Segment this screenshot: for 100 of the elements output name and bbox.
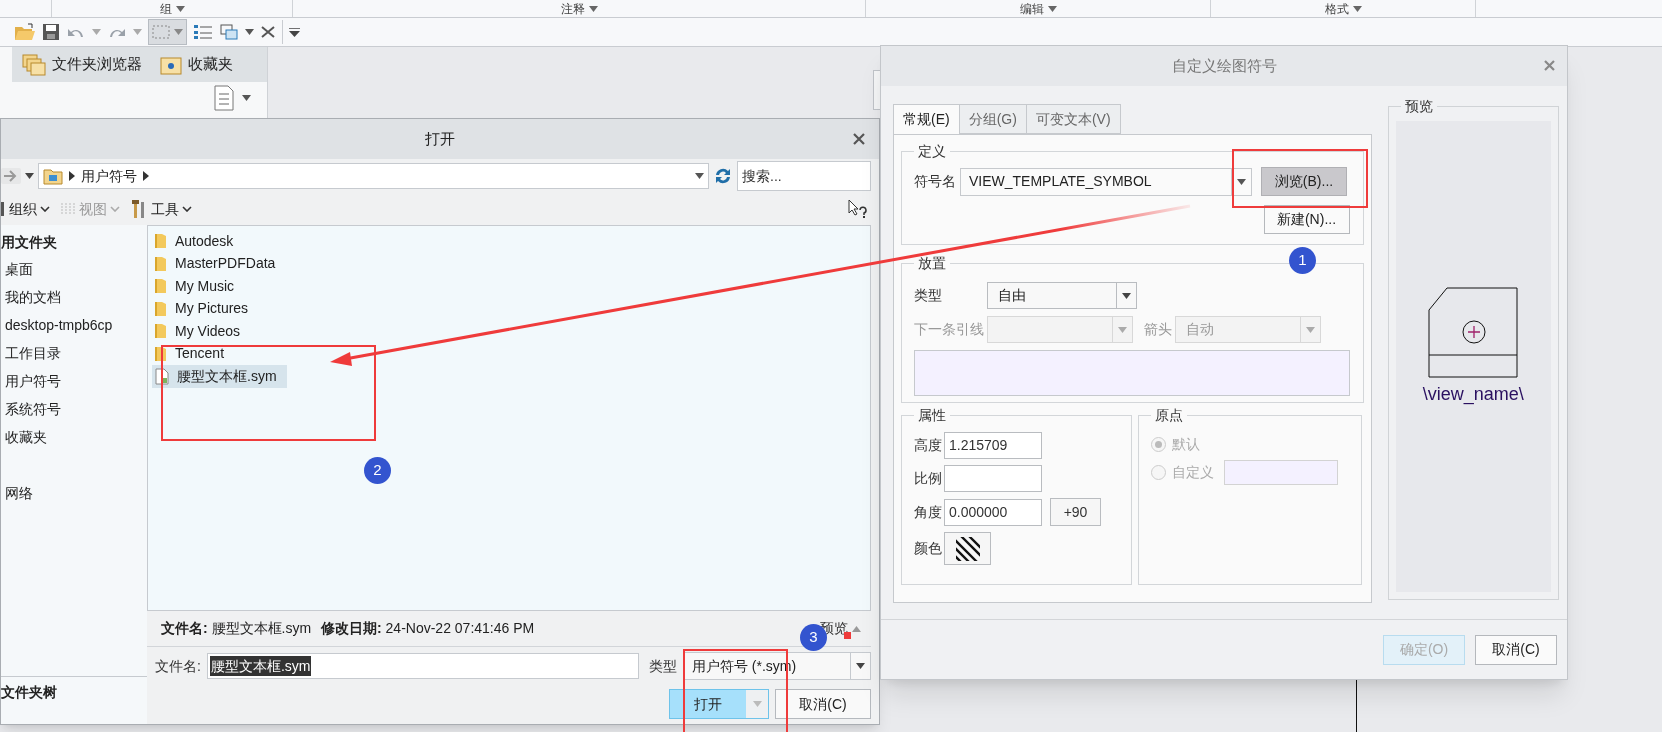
- open-folder-icon[interactable]: [14, 22, 36, 42]
- color-button[interactable]: [944, 532, 991, 565]
- caret-icon[interactable]: [1352, 5, 1362, 12]
- rotate-button[interactable]: +90: [1050, 498, 1101, 526]
- dialog-title: 打开: [425, 128, 455, 149]
- ribbon-group-label[interactable]: 编辑: [1019, 0, 1044, 17]
- tab[interactable]: 分组(G): [959, 104, 1027, 134]
- field-label: 比例: [914, 469, 942, 488]
- group-title: 属性: [914, 406, 950, 424]
- caret-icon[interactable]: [1122, 292, 1131, 299]
- caret-icon[interactable]: [1047, 5, 1057, 12]
- ribbon-group-label[interactable]: 注释: [560, 0, 585, 17]
- field-label: 高度: [914, 436, 942, 455]
- ribbon-group-label[interactable]: 格式: [1324, 0, 1349, 17]
- folder-tree-toggle[interactable]: 文件夹树: [1, 676, 147, 708]
- navigation-item[interactable]: 收藏夹: [1, 423, 147, 451]
- list-icon[interactable]: [193, 23, 213, 41]
- pane-heading: 用文件夹: [1, 232, 58, 252]
- favorites-icon: [160, 54, 182, 75]
- filename-field[interactable]: 腰型文本框.sym: [206, 653, 639, 679]
- field-label: 箭头: [1144, 320, 1172, 339]
- navigation-item[interactable]: 网络: [1, 479, 147, 507]
- open-button[interactable]: 打开: [669, 689, 769, 719]
- input-field[interactable]: [1224, 460, 1338, 485]
- caret-icon[interactable]: [856, 663, 865, 669]
- navigation-item[interactable]: 用户符号: [1, 367, 147, 395]
- caret-icon[interactable]: [25, 173, 34, 179]
- option-label: 自定义: [1172, 463, 1214, 482]
- caret-icon[interactable]: [588, 5, 598, 12]
- field-label: 符号名: [914, 172, 956, 191]
- file-item[interactable]: My Music: [152, 275, 245, 298]
- customize-dropdown-icon[interactable]: [289, 27, 300, 37]
- field-label: 文件名:: [155, 656, 201, 676]
- panel-tab[interactable]: 收藏夹: [160, 53, 233, 76]
- cancel-button[interactable]: 取消(C): [775, 689, 871, 719]
- folder-icon: [155, 323, 167, 340]
- file-item[interactable]: MasterPDFData: [152, 252, 286, 275]
- group-title: 原点: [1151, 406, 1187, 424]
- breadcrumb-arrow-icon[interactable]: [143, 171, 149, 181]
- close-icon[interactable]: [1544, 60, 1555, 71]
- file-item[interactable]: Tencent: [152, 342, 235, 365]
- windows-icon[interactable]: [219, 23, 239, 41]
- navigation-item[interactable]: desktop-tmpb6cp: [1, 311, 147, 339]
- file-item[interactable]: My Pictures: [152, 297, 259, 320]
- search-field[interactable]: 搜索...: [737, 161, 871, 191]
- radio-button[interactable]: [1151, 465, 1166, 480]
- caret-up-icon: [852, 625, 861, 632]
- group-title: 预览: [1400, 97, 1437, 115]
- caret-icon[interactable]: [245, 29, 254, 35]
- symbol-name-combo[interactable]: VIEW_TEMPLATE_SYMBOL: [960, 167, 1252, 196]
- toolbar-menu[interactable]: 组织: [1, 198, 50, 220]
- caret-icon[interactable]: [1237, 178, 1246, 185]
- help-pointer-icon[interactable]: [847, 199, 869, 219]
- symbol-text: \view_name\: [1422, 383, 1524, 407]
- file-details: 文件名: 腰型文本框.sym 修改日期: 24-Nov-22 07:41:46 PM: [161, 619, 535, 638]
- selected-text: 腰型文本框.sym: [209, 656, 312, 676]
- field-label: 下一条引线: [914, 320, 984, 339]
- group-title: 放置: [914, 254, 950, 272]
- address-path[interactable]: 用户符号: [81, 165, 137, 187]
- navigation-item[interactable]: 系统符号: [1, 395, 147, 423]
- chevron-down-icon[interactable]: [182, 206, 192, 212]
- breadcrumb-arrow-icon[interactable]: [69, 171, 75, 181]
- dialog-button[interactable]: 取消(C): [1475, 634, 1557, 665]
- field-label: 角度: [914, 502, 942, 522]
- panel-tab[interactable]: 文件夹浏览器: [22, 53, 142, 76]
- option-label: 默认: [1172, 435, 1200, 454]
- radio-button[interactable]: [1151, 437, 1166, 452]
- browse-button[interactable]: 浏览(B)...: [1261, 167, 1347, 196]
- ribbon-group-label[interactable]: 组: [159, 0, 172, 17]
- file-item[interactable]: 腰型文本框.sym: [152, 365, 287, 388]
- navigation-item[interactable]: 工作目录: [1, 339, 147, 367]
- close-icon[interactable]: [853, 133, 865, 145]
- address-bar[interactable]: 用户符号: [38, 163, 709, 189]
- folder-icon: [155, 345, 167, 362]
- close-window-icon[interactable]: [260, 25, 276, 39]
- placement-type-select[interactable]: 自由: [987, 282, 1137, 309]
- hatch-swatch-icon: [955, 536, 980, 561]
- caret-icon[interactable]: [175, 5, 185, 12]
- caret-icon[interactable]: [242, 95, 251, 101]
- toolbar-menu[interactable]: 工具: [130, 198, 192, 220]
- tab[interactable]: 可变文本(V): [1026, 104, 1121, 134]
- caret-icon[interactable]: [695, 173, 704, 179]
- input-field[interactable]: 1.215709: [944, 432, 1042, 459]
- dialog-title: 自定义绘图符号: [1171, 55, 1277, 76]
- file-item[interactable]: Autodesk: [152, 230, 244, 253]
- field-label: 类型: [914, 286, 943, 305]
- file-item[interactable]: My Videos: [152, 320, 251, 343]
- tab[interactable]: 常规(E): [893, 104, 960, 134]
- refresh-icon[interactable]: [713, 166, 733, 186]
- navigation-item[interactable]: 我的文档: [1, 283, 147, 311]
- field-label: 颜色: [914, 539, 942, 558]
- save-icon[interactable]: [42, 23, 60, 41]
- new-button[interactable]: 新建(N)...: [1263, 205, 1350, 234]
- folder-icon: [155, 300, 167, 317]
- field-label: 类型: [648, 656, 677, 676]
- input-field[interactable]: 0.000000: [944, 498, 1042, 526]
- chevron-down-icon[interactable]: [40, 206, 50, 212]
- folder-icon: [43, 167, 63, 185]
- navigation-item[interactable]: 桌面: [1, 255, 147, 283]
- input-field[interactable]: [944, 465, 1042, 492]
